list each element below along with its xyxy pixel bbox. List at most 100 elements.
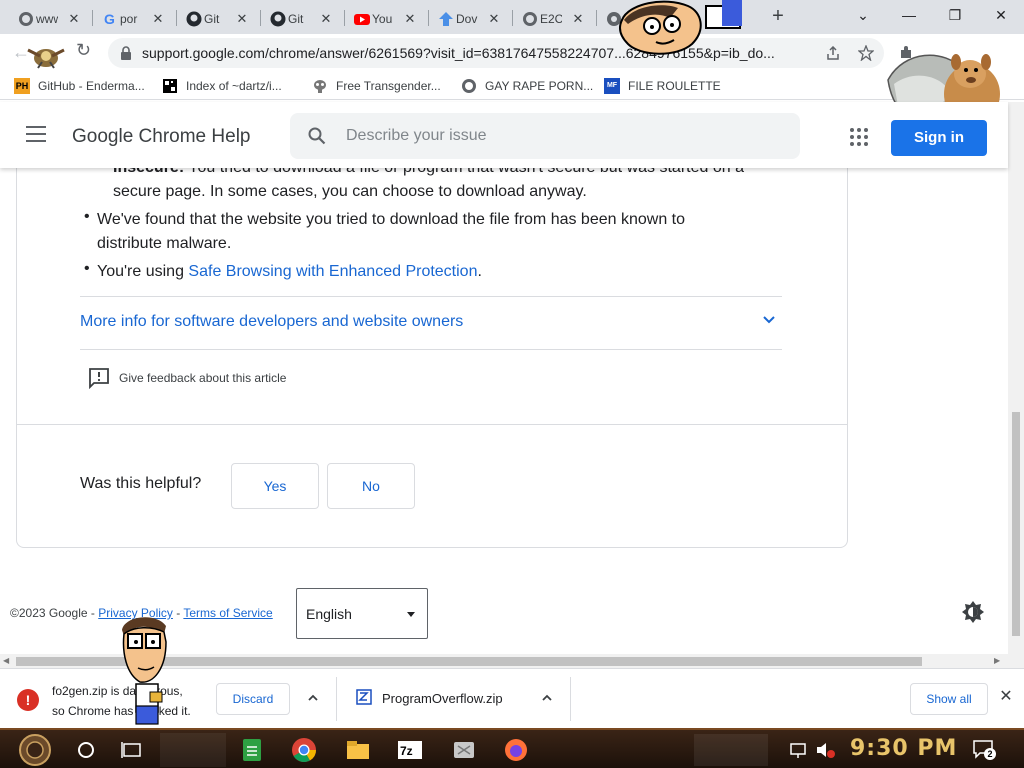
feedback-link[interactable]: Give feedback about this article <box>88 366 286 390</box>
notification-icon[interactable]: 2 <box>972 738 996 760</box>
feedback-icon <box>89 368 109 389</box>
app-icon[interactable] <box>450 736 478 764</box>
discard-button[interactable]: Discard <box>216 683 290 715</box>
close-icon[interactable]: ✕ <box>318 11 334 27</box>
tab-title: You <box>372 12 393 26</box>
chevron-down-icon <box>763 316 775 324</box>
bookmark-item[interactable]: PH GitHub - Enderma... <box>14 77 145 95</box>
divider <box>336 677 337 721</box>
firefox-icon[interactable] <box>502 736 530 764</box>
language-value: English <box>306 606 352 622</box>
tab-search-icon[interactable]: ⌄ <box>840 0 886 30</box>
browser-toolbar: ← ↻ support.google.com/chrome/answer/626… <box>0 34 1024 72</box>
close-icon[interactable]: ✕ <box>998 689 1014 705</box>
tab-7[interactable]: E2C ✕ <box>518 4 592 34</box>
download-filename[interactable]: ProgramOverflow.zip <box>382 691 503 706</box>
vertical-scrollbar[interactable] <box>1008 102 1024 668</box>
tab-separator <box>92 10 93 26</box>
scroll-right-icon[interactable]: ▶ <box>994 656 1000 665</box>
sign-in-button[interactable]: Sign in <box>891 120 987 156</box>
svg-text:7z: 7z <box>400 744 413 758</box>
close-icon[interactable]: ✕ <box>402 11 418 27</box>
chrome-icon[interactable] <box>290 736 318 764</box>
restore-button[interactable]: ❐ <box>932 0 978 30</box>
file-explorer-icon[interactable] <box>344 736 372 764</box>
tab-5[interactable]: You ✕ <box>350 4 424 34</box>
tab-title: Git <box>288 12 304 26</box>
bookmark-item[interactable]: Free Transgender... <box>312 77 441 95</box>
help-center-header: Google Chrome Help Describe your issue S… <box>0 102 1008 168</box>
bookmark-item[interactable]: GAY RAPE PORN... <box>461 77 593 95</box>
insecure-label: Insecure: <box>113 168 184 176</box>
cortana-icon[interactable] <box>72 736 100 764</box>
share-icon[interactable] <box>826 46 840 60</box>
tab-6[interactable]: Dov ✕ <box>434 4 508 34</box>
globe-icon <box>461 78 477 94</box>
bookmark-star-icon[interactable] <box>858 45 874 61</box>
bookmark-label: Index of ~dartz/i... <box>186 79 282 93</box>
bullet: • <box>84 208 90 225</box>
show-all-button[interactable]: Show all <box>910 683 988 715</box>
tab-separator <box>428 10 429 26</box>
tab-title: www <box>36 12 58 26</box>
search-input[interactable]: Describe your issue <box>290 113 800 159</box>
danger-icon: ! <box>17 689 39 711</box>
cartoon-bird-icon <box>27 48 65 69</box>
copyright-text: ©2023 Google - <box>10 606 99 620</box>
minimize-button[interactable]: — <box>886 0 932 30</box>
network-icon[interactable] <box>786 736 814 764</box>
close-icon[interactable]: ✕ <box>486 11 502 27</box>
no-button[interactable]: No <box>327 463 415 509</box>
tab-3[interactable]: Git ✕ <box>182 4 256 34</box>
tab-2[interactable]: G por ✕ <box>98 4 172 34</box>
reload-icon[interactable]: ↻ <box>76 40 98 62</box>
bullet: • <box>84 260 90 277</box>
bookmark-label: FILE ROULETTE <box>628 79 721 93</box>
github-icon <box>270 11 286 27</box>
dark-mode-icon[interactable] <box>962 601 984 623</box>
language-select[interactable]: English <box>296 588 428 639</box>
chevron-up-icon[interactable] <box>306 691 320 705</box>
yes-button[interactable]: Yes <box>231 463 319 509</box>
bookmark-item[interactable]: MF FILE ROULETTE <box>604 77 721 95</box>
close-icon[interactable]: ✕ <box>234 11 250 27</box>
scroll-left-icon[interactable]: ◀ <box>3 656 9 665</box>
terms-of-service-link[interactable]: Terms of Service <box>183 606 272 620</box>
start-button-icon[interactable] <box>18 733 52 767</box>
close-icon[interactable]: ✕ <box>570 11 586 27</box>
more-info-expander[interactable]: More info for software developers and we… <box>80 296 782 350</box>
main-content: • Insecure: You tried to download a file… <box>0 168 1008 654</box>
article-text: We've found that the website you tried t… <box>97 211 686 228</box>
new-tab-button[interactable]: + <box>768 5 788 29</box>
close-icon[interactable]: ✕ <box>150 11 166 27</box>
page-title[interactable]: Google Chrome Help <box>72 126 250 148</box>
lock-icon[interactable] <box>120 46 132 60</box>
cartoon-character-icon <box>122 617 167 725</box>
upload-arrow-icon <box>438 11 454 27</box>
sheets-icon[interactable] <box>238 736 266 764</box>
safe-browsing-link[interactable]: Safe Browsing with Enhanced Protection <box>188 263 477 280</box>
dropdown-arrow-icon <box>407 612 415 617</box>
divider <box>570 677 571 721</box>
safe-prefix: You're using <box>97 263 189 280</box>
tab-separator <box>512 10 513 26</box>
bookmark-item[interactable]: Index of ~dartz/i... <box>162 77 282 95</box>
hamburger-menu-icon[interactable] <box>26 126 46 142</box>
tab-1[interactable]: www ✕ <box>14 4 88 34</box>
globe-icon <box>522 11 538 27</box>
cartoon-face-icon <box>619 0 742 55</box>
apps-grid-icon[interactable] <box>850 128 868 146</box>
scrollbar-thumb[interactable] <box>1012 412 1020 636</box>
volume-muted-icon[interactable] <box>812 736 840 764</box>
mask-icon <box>312 78 328 94</box>
close-icon[interactable]: ✕ <box>66 11 82 27</box>
clock[interactable]: 9:30 PM <box>850 736 957 761</box>
tab-4[interactable]: Git ✕ <box>266 4 340 34</box>
taskbar-slot <box>694 734 768 766</box>
chevron-up-icon[interactable] <box>540 691 554 705</box>
address-bar[interactable]: support.google.com/chrome/answer/6261569… <box>108 38 884 68</box>
task-view-icon[interactable] <box>118 736 146 764</box>
more-info-label: More info for software developers and we… <box>80 313 464 330</box>
close-window-button[interactable]: ✕ <box>978 0 1024 30</box>
7zip-icon[interactable]: 7z <box>396 736 424 764</box>
